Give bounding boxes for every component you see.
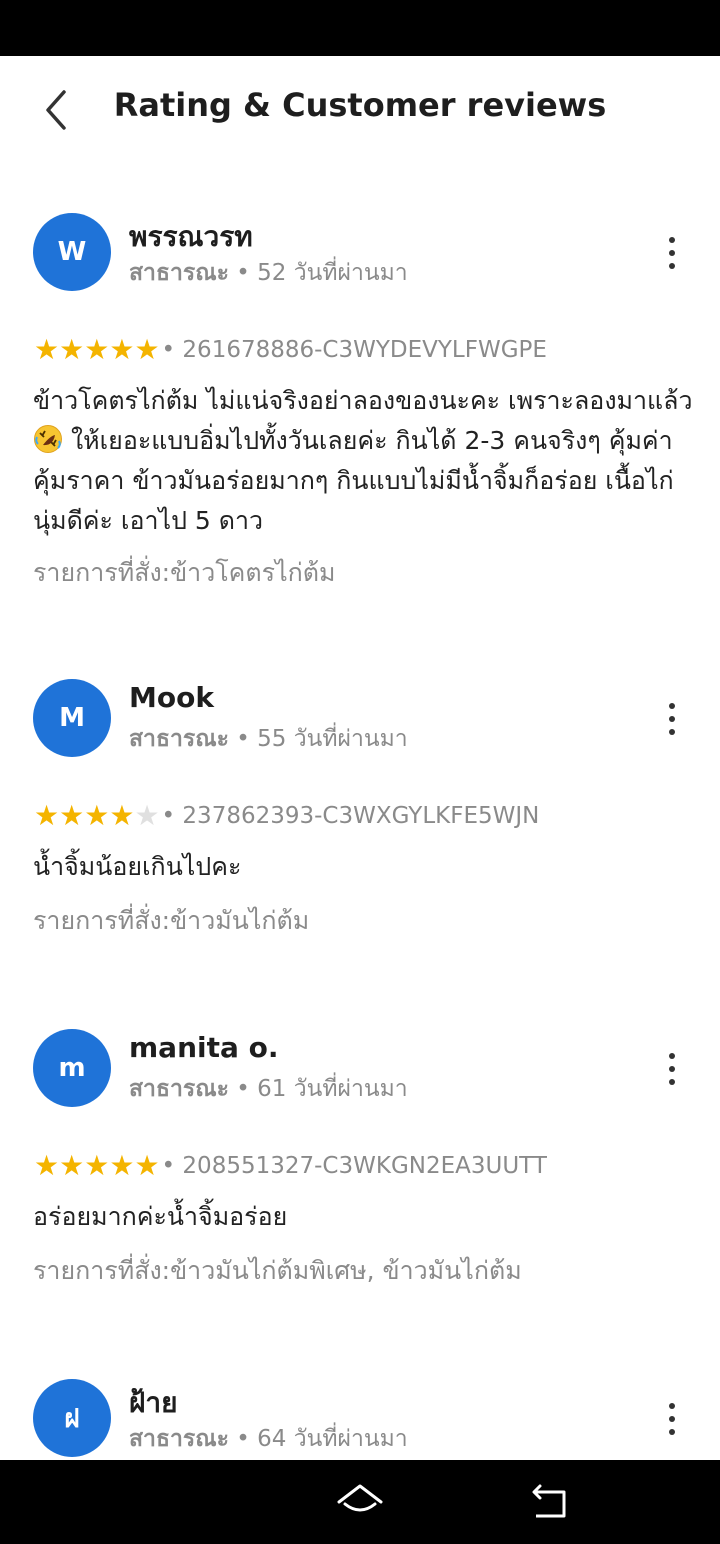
ordered-items: รายการที่สั่ง:ข้าวโคตรไก่ต้ม — [33, 558, 336, 587]
meta-separator: • — [228, 1426, 258, 1452]
star-icon: ★ — [84, 799, 110, 832]
more-options-button[interactable] — [656, 1399, 688, 1439]
meta-separator: • — [228, 726, 258, 752]
star-icon: ★ — [84, 1149, 110, 1182]
header: Rating & Customer reviews — [0, 56, 720, 166]
star-icon: ★ — [59, 1149, 85, 1182]
avatar: W — [33, 213, 111, 291]
review-meta: สาธารณะ • 52 วันที่ผ่านมา — [129, 255, 408, 291]
more-vertical-icon — [669, 237, 675, 243]
review-age: 55 วันที่ผ่านมา — [257, 726, 408, 752]
review-text: น้ำจิ้มน้อยเกินไปคะ — [33, 852, 242, 881]
reviewer-name: Mook — [129, 681, 214, 714]
back-icon[interactable] — [526, 1480, 572, 1524]
star-icon: ★ — [134, 799, 160, 832]
more-options-button[interactable] — [656, 233, 688, 273]
reviewer-name: ฝ้าย — [129, 1386, 178, 1419]
star-icon: ★ — [109, 333, 135, 366]
review-age: 64 วันที่ผ่านมา — [257, 1426, 408, 1452]
star-icon: ★ — [34, 1149, 60, 1182]
avatar: m — [33, 1029, 111, 1107]
star-icon: ★ — [59, 333, 85, 366]
more-options-button[interactable] — [656, 1049, 688, 1089]
star-rating: ★★★★★ — [34, 333, 160, 367]
review-text: อร่อยมากค่ะน้ำจิ้มอร่อย — [33, 1202, 288, 1231]
home-icon[interactable] — [334, 1480, 386, 1524]
more-options-button[interactable] — [656, 699, 688, 739]
avatar: M — [33, 679, 111, 757]
star-icon: ★ — [59, 799, 85, 832]
reviewer-name: manita o. — [129, 1031, 279, 1064]
meta-separator: • — [228, 1076, 258, 1102]
meta-separator: • — [228, 260, 258, 286]
rating-row: ★★★★★ • 261678886-C3WYDEVYLFWGPE — [34, 333, 547, 367]
star-icon: ★ — [109, 799, 135, 832]
order-id: • 261678886-C3WYDEVYLFWGPE — [161, 337, 547, 363]
star-icon: ★ — [34, 799, 60, 832]
star-icon: ★ — [134, 333, 160, 366]
star-rating: ★★★★★ — [34, 799, 160, 833]
review-meta: สาธารณะ • 61 วันที่ผ่านมา — [129, 1071, 408, 1107]
review-meta: สาธารณะ • 64 วันที่ผ่านมา — [129, 1421, 408, 1457]
order-id: • 208551327-C3WKGN2EA3UUTT — [161, 1153, 547, 1179]
reviewer-role: สาธารณะ — [129, 726, 229, 752]
rating-row: ★★★★★ • 237862393-C3WXGYLKFE5WJN — [34, 799, 539, 833]
system-nav-bar — [0, 1460, 720, 1544]
review-age: 52 วันที่ผ่านมา — [257, 260, 408, 286]
star-rating: ★★★★★ — [34, 1149, 160, 1183]
review-text: ข้าวโคตรไก่ต้ม ไม่แน่จริงอย่าลองของนะคะ … — [33, 386, 693, 535]
rating-row: ★★★★★ • 208551327-C3WKGN2EA3UUTT — [34, 1149, 547, 1183]
status-bar — [0, 0, 720, 56]
reviewer-role: สาธารณะ — [129, 1076, 229, 1102]
review-age: 61 วันที่ผ่านมา — [257, 1076, 408, 1102]
reviewer-role: สาธารณะ — [129, 260, 229, 286]
more-vertical-icon — [669, 703, 675, 709]
more-vertical-icon — [669, 1403, 675, 1409]
rolling-laughing-emoji-icon — [34, 425, 62, 453]
ordered-items: รายการที่สั่ง:ข้าวมันไก่ต้มพิเศษ, ข้าวมั… — [33, 1256, 522, 1285]
reviewer-name: พรรณวรท — [129, 220, 253, 253]
page-title: Rating & Customer reviews — [113, 86, 607, 124]
star-icon: ★ — [84, 333, 110, 366]
reviewer-role: สาธารณะ — [129, 1426, 229, 1452]
avatar: ฝ — [33, 1379, 111, 1457]
more-vertical-icon — [669, 1053, 675, 1059]
star-icon: ★ — [134, 1149, 160, 1182]
ordered-items: รายการที่สั่ง:ข้าวมันไก่ต้ม — [33, 906, 310, 935]
order-id: • 237862393-C3WXGYLKFE5WJN — [161, 803, 540, 829]
star-icon: ★ — [109, 1149, 135, 1182]
review-meta: สาธารณะ • 55 วันที่ผ่านมา — [129, 721, 408, 757]
star-icon: ★ — [34, 333, 60, 366]
